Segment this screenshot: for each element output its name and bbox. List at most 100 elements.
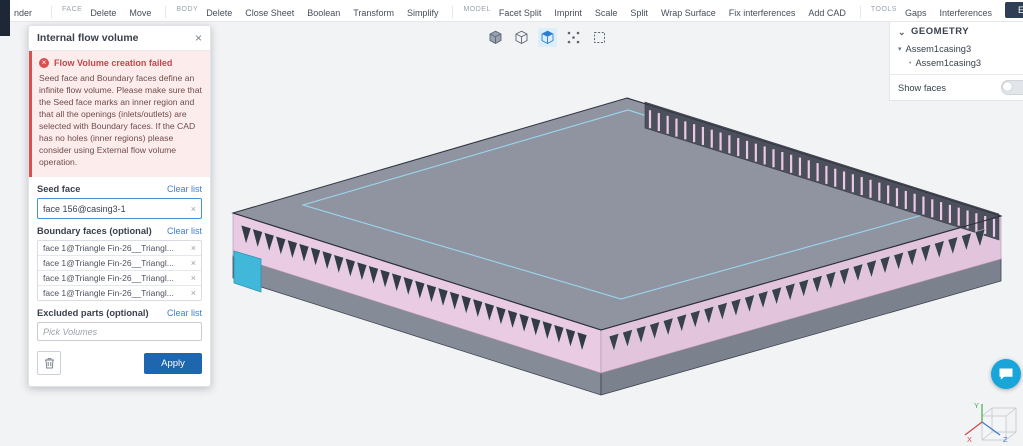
model-fin <box>414 280 426 301</box>
excluded-clear-list-link[interactable]: Clear list <box>167 308 202 318</box>
vertices-icon[interactable] <box>564 28 583 47</box>
model-fin-band-left <box>232 212 602 374</box>
model-fin <box>460 294 472 316</box>
toolbar-button-scale[interactable]: Scale <box>595 8 618 18</box>
toolbar-group-label-model: MODEL <box>463 6 491 13</box>
toolbar-button-simplify[interactable]: Simplify <box>407 8 439 18</box>
exit-button[interactable]: Exit <box>1005 2 1023 18</box>
model-fin <box>717 302 728 322</box>
shaded-cube-icon[interactable] <box>486 28 505 47</box>
remove-boundary-face-icon[interactable]: × <box>187 273 196 283</box>
show-faces-toggle[interactable] <box>1001 80 1023 95</box>
seed-face-value: face 156@casing3-1 <box>43 203 126 214</box>
model-fin <box>344 257 356 279</box>
selection-box-icon[interactable] <box>590 28 609 47</box>
model-fin <box>321 250 333 271</box>
boundary-face-item[interactable]: face 1@Triangle Fin-26__Triangl... × <box>38 285 201 300</box>
model-fin <box>379 268 391 290</box>
toggle-knob <box>1003 82 1012 91</box>
toolbar-button-wrap-surface[interactable]: Wrap Surface <box>661 8 716 18</box>
toolbar-button-imprint[interactable]: Imprint <box>554 8 582 18</box>
toolbar-button-delete[interactable]: Delete <box>90 8 116 18</box>
toolbar-button-gaps[interactable]: Gaps <box>905 8 927 18</box>
model-fin <box>974 228 986 248</box>
model-fin <box>757 290 769 310</box>
close-icon[interactable]: × <box>195 32 202 44</box>
model-fin <box>275 235 287 257</box>
toolbar-button-delete[interactable]: Delete <box>206 8 232 18</box>
error-circle-x-icon: × <box>39 58 49 68</box>
toolbar-group-label-face: FACE <box>62 6 83 13</box>
toolbar-cut-label[interactable]: nder <box>14 8 32 18</box>
wireframe-cube-icon[interactable] <box>512 28 531 47</box>
toolbar-button-facet-split[interactable]: Facet Split <box>499 8 542 18</box>
model-top-face <box>231 97 1003 331</box>
toolbar-button-move[interactable]: Move <box>129 8 151 18</box>
remove-boundary-face-icon[interactable]: × <box>187 288 196 298</box>
toolbar-button-add-cad[interactable]: Add CAD <box>808 8 846 18</box>
top-toolbar: nder FACE Delete Move BODY Delete Close Sheet… <box>0 0 1023 22</box>
dialog-header: Internal flow volume × <box>29 26 210 51</box>
toolbar-button-boolean[interactable]: Boolean <box>307 8 340 18</box>
left-nav-strip <box>0 0 10 36</box>
tree-node-label: Assem1casing3 <box>915 58 982 68</box>
model-base-left-face <box>232 254 602 396</box>
model-fin <box>961 232 972 252</box>
cube-faces-icon[interactable] <box>538 28 557 47</box>
model-fin <box>449 291 460 312</box>
tree-node-assem1casing3[interactable]: • Assem1casing3 <box>890 56 1023 70</box>
tree-node-bullet-icon: • <box>909 59 912 67</box>
remove-boundary-face-icon[interactable]: × <box>187 258 196 268</box>
remove-boundary-face-icon[interactable]: × <box>187 243 196 253</box>
model-fin <box>879 255 891 275</box>
support-chat-button[interactable] <box>991 359 1021 389</box>
model-fin <box>920 244 932 264</box>
model-fin <box>402 276 414 297</box>
toolbar-button-split[interactable]: Split <box>630 8 648 18</box>
tree-expand-icon[interactable]: ▾ <box>898 45 902 53</box>
toolbar-button-close-sheet[interactable]: Close Sheet <box>245 8 294 18</box>
toolbar-button-fix-interferences[interactable]: Fix interferences <box>729 8 796 18</box>
delete-operation-button[interactable] <box>37 351 61 376</box>
model-fin <box>391 272 402 293</box>
trash-icon <box>44 358 54 369</box>
model-fin <box>784 282 796 302</box>
toolbar-group-label-body: BODY <box>176 6 199 13</box>
boundary-faces-label: Boundary faces (optional) <box>37 226 152 237</box>
model-fin <box>426 283 437 304</box>
geometry-tree: ▾ Assem1casing3 • Assem1casing3 <box>890 42 1023 70</box>
seed-face-highlight <box>233 250 262 293</box>
toolbar-button-interferences[interactable]: Interferences <box>939 8 992 18</box>
apply-button[interactable]: Apply <box>144 352 202 374</box>
y-axis-label: Y <box>974 401 979 410</box>
dialog-footer: Apply <box>29 341 210 386</box>
toolbar-group-label-tools: TOOLS <box>870 6 897 13</box>
model-fin <box>676 313 688 333</box>
model-back-right-edge <box>626 97 1002 217</box>
boundary-clear-list-link[interactable]: Clear list <box>167 226 202 236</box>
remove-seed-face-icon[interactable]: × <box>187 204 196 214</box>
excluded-parts-input[interactable] <box>37 322 202 342</box>
model-fin <box>662 317 674 337</box>
boundary-face-name: face 1@Triangle Fin-26__Triangl... <box>43 243 174 254</box>
x-axis <box>964 421 983 436</box>
model-fin <box>622 329 633 349</box>
model-fin <box>576 331 588 352</box>
model-fin <box>252 228 263 249</box>
boundary-face-item[interactable]: face 1@Triangle Fin-26__Triangl... × <box>38 270 201 285</box>
tree-node-assem1casing3[interactable]: ▾ Assem1casing3 <box>890 42 1023 56</box>
toolbar-separator <box>452 6 454 18</box>
model-fin <box>263 232 275 253</box>
chat-bubble-icon <box>999 368 1013 380</box>
toolbar-button-transform[interactable]: Transform <box>353 8 394 18</box>
orientation-triad[interactable]: Y X Z <box>938 394 1023 446</box>
toolbar-separator <box>51 6 53 18</box>
model-fin <box>812 274 823 295</box>
excluded-parts-label: Excluded parts (optional) <box>37 308 149 319</box>
model-fin <box>530 316 541 338</box>
model-fin <box>483 302 495 323</box>
boundary-face-item[interactable]: face 1@Triangle Fin-26__Triangl... × <box>38 255 201 270</box>
seed-face-input[interactable]: face 156@casing3-1 × <box>37 198 202 220</box>
seed-clear-list-link[interactable]: Clear list <box>167 184 202 194</box>
boundary-face-item[interactable]: face 1@Triangle Fin-26__Triangl... × <box>38 241 201 255</box>
